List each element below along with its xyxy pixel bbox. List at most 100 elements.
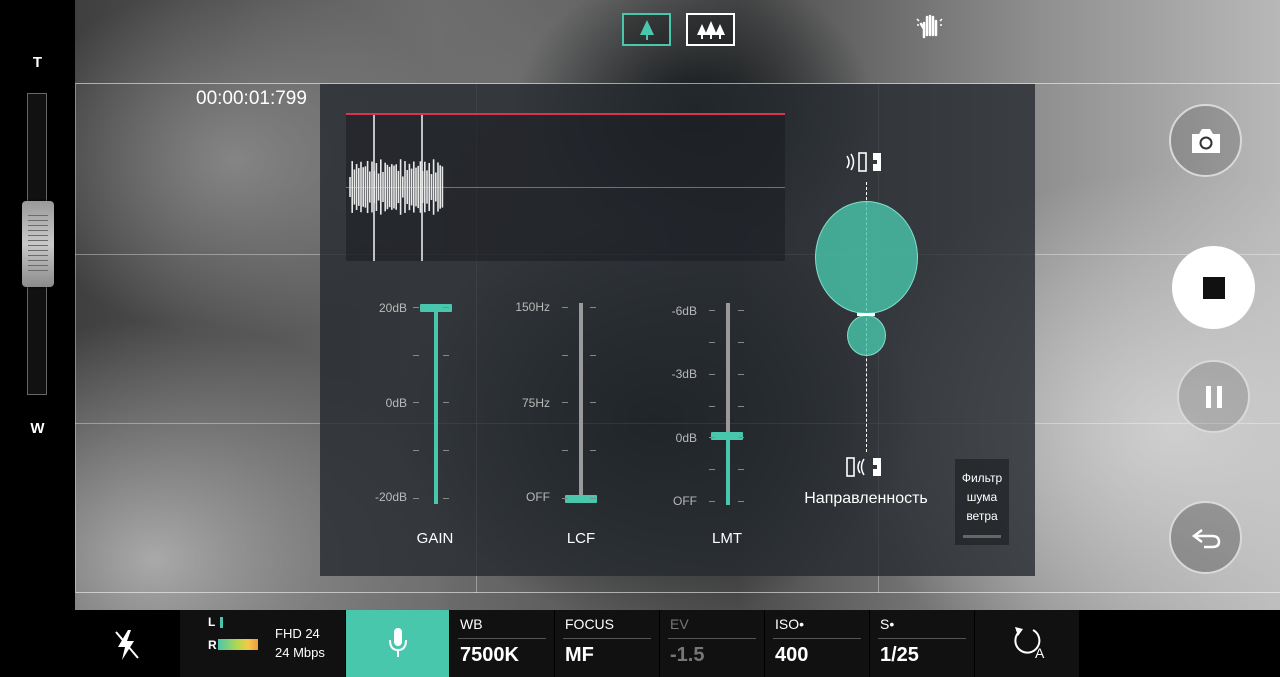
lmt-tick-label: -3dB — [671, 367, 697, 381]
camera-icon — [1191, 128, 1220, 153]
slider-tick-mark — [709, 310, 715, 311]
slider-tick-mark — [738, 406, 744, 407]
slider-tick-mark — [443, 355, 449, 356]
stop-icon — [1202, 276, 1225, 299]
back-button[interactable] — [1169, 501, 1242, 574]
stop-recording-button[interactable] — [1172, 246, 1255, 329]
hand-icon — [916, 14, 943, 39]
lmt-label: LMT — [712, 530, 742, 547]
slider-tick-mark — [443, 307, 449, 308]
wind-filter-button[interactable]: Фильтр шума ветра — [955, 459, 1009, 545]
focus-label: FOCUS — [565, 616, 614, 632]
gain-tick-label: -20dB — [374, 490, 407, 504]
audio-waveform — [346, 113, 785, 261]
slider-tick-mark — [590, 402, 596, 403]
lmt-tick-label: OFF — [673, 494, 697, 508]
ev-label: EV — [670, 616, 689, 632]
slider-tick-mark — [413, 402, 419, 403]
gain-slider-track[interactable] — [434, 306, 438, 504]
wind-filter-label: Фильтр шума ветра — [961, 471, 1003, 523]
slider-tick-mark — [562, 355, 568, 356]
slider-tick-mark — [709, 406, 715, 407]
slider-tick-mark — [738, 501, 744, 502]
auto-reset-button[interactable]: A — [975, 610, 1079, 677]
left-level-meter — [220, 617, 223, 628]
single-tree-icon — [639, 19, 654, 40]
gain-tick-label: 0dB — [385, 396, 407, 410]
lcf-slider-track[interactable] — [579, 303, 583, 503]
flash-toggle[interactable] — [75, 610, 179, 677]
waveform-graph — [349, 115, 444, 261]
slider-tick-mark — [738, 437, 744, 438]
stabilizer-hand-button[interactable] — [916, 13, 944, 44]
slider-tick-mark — [413, 307, 419, 308]
slider-tick-mark — [738, 374, 744, 375]
lmt-slider-track[interactable] — [726, 303, 730, 435]
right-level-meter — [218, 639, 258, 650]
slider-tick-mark — [738, 310, 744, 311]
slider-tick-mark — [709, 469, 715, 470]
video-bitrate: 24 Mbps — [275, 645, 325, 660]
gain-slider-knob[interactable] — [420, 304, 452, 312]
lcf-tick-label: 150Hz — [515, 300, 550, 314]
slider-tick-mark — [709, 501, 715, 502]
directivity-rear-lobe[interactable] — [847, 315, 886, 356]
slider-tick-mark — [590, 450, 596, 451]
slider-tick-mark — [562, 450, 568, 451]
photo-capture-button[interactable] — [1169, 104, 1242, 177]
iso-setting[interactable]: ISO• 400 — [765, 610, 869, 677]
single-tree-button[interactable] — [622, 13, 671, 46]
pause-recording-button[interactable] — [1177, 360, 1250, 433]
slider-tick-mark — [562, 498, 568, 499]
gain-tick-label: 20dB — [378, 301, 407, 315]
recording-timecode: 00:00:01:799 — [196, 88, 307, 109]
lmt-slider-fill — [726, 435, 730, 505]
white-balance-setting[interactable]: WB 7500K — [450, 610, 554, 677]
directivity-front-lobe[interactable] — [815, 201, 918, 314]
slider-tick-mark — [590, 498, 596, 499]
slider-tick-mark — [709, 342, 715, 343]
slider-tick-mark — [562, 307, 568, 308]
lcf-tick-label: 75Hz — [521, 396, 550, 410]
pause-icon — [1205, 385, 1222, 408]
microphone-settings-button[interactable] — [346, 610, 449, 677]
forest-icon — [696, 20, 725, 39]
wind-filter-indicator — [963, 535, 1001, 538]
video-format: FHD 24 — [275, 626, 320, 641]
directivity-handle[interactable] — [857, 313, 875, 316]
zoom-slider-thumb[interactable] — [22, 201, 54, 287]
directional-mic-icon — [846, 152, 881, 172]
directivity-label: Направленность — [804, 490, 928, 507]
slider-tick-mark — [562, 402, 568, 403]
slider-tick-mark — [709, 437, 715, 438]
zoom-tele-label: T — [32, 54, 43, 71]
svg-text:A: A — [1035, 645, 1045, 661]
lcf-slider-knob[interactable] — [565, 495, 597, 503]
omni-mic-icon — [846, 457, 881, 477]
slider-tick-mark — [590, 307, 596, 308]
wb-value: 7500K — [460, 644, 519, 666]
slider-tick-mark — [413, 450, 419, 451]
zoom-wide-label: W — [30, 420, 45, 437]
slider-tick-mark — [443, 498, 449, 499]
audio-left-channel-label: L — [208, 615, 216, 629]
shutter-setting[interactable]: S• 1/25 — [870, 610, 974, 677]
audio-format-panel[interactable]: L R FHD 24 24 Mbps — [180, 610, 345, 677]
slider-tick-mark — [738, 342, 744, 343]
forest-button[interactable] — [686, 13, 735, 46]
focus-setting[interactable]: FOCUS MF — [555, 610, 659, 677]
shutter-value: 1/25 — [880, 644, 919, 666]
slider-tick-mark — [443, 450, 449, 451]
lmt-slider-knob[interactable] — [711, 432, 743, 440]
back-arrow-icon — [1191, 528, 1220, 548]
shutter-label: S• — [880, 616, 895, 632]
lcf-tick-label: OFF — [526, 490, 550, 504]
audio-right-channel-label: R — [208, 638, 217, 652]
lcf-label: LCF — [566, 530, 596, 547]
slider-tick-mark — [443, 402, 449, 403]
lmt-tick-label: 0dB — [675, 431, 697, 445]
exposure-setting[interactable]: EV -1.5 — [660, 610, 764, 677]
ev-value: -1.5 — [670, 644, 705, 666]
focus-value: MF — [565, 644, 594, 666]
slider-tick-mark — [413, 355, 419, 356]
